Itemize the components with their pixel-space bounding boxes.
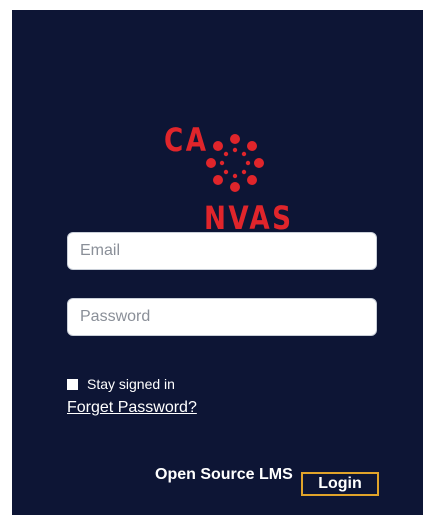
email-input[interactable] bbox=[67, 232, 377, 270]
stay-signed-in-label: Stay signed in bbox=[87, 376, 175, 392]
login-panel: CA NVAS Email Stay signed in Forget Pass… bbox=[12, 10, 423, 515]
logo-text-top: CA bbox=[164, 121, 209, 159]
logo-text-bottom: NVAS bbox=[204, 199, 294, 237]
canvas-logo-icon bbox=[206, 134, 264, 192]
login-button[interactable]: Login bbox=[301, 472, 379, 496]
forget-password-link[interactable]: Forget Password? bbox=[67, 399, 197, 417]
stay-signed-in-checkbox[interactable] bbox=[67, 378, 78, 390]
password-input[interactable] bbox=[67, 298, 377, 336]
stay-signed-in[interactable]: Stay signed in bbox=[67, 376, 175, 392]
canvas-logo: CA NVAS bbox=[162, 121, 294, 237]
footer-label: Open Source LMS bbox=[155, 466, 293, 483]
